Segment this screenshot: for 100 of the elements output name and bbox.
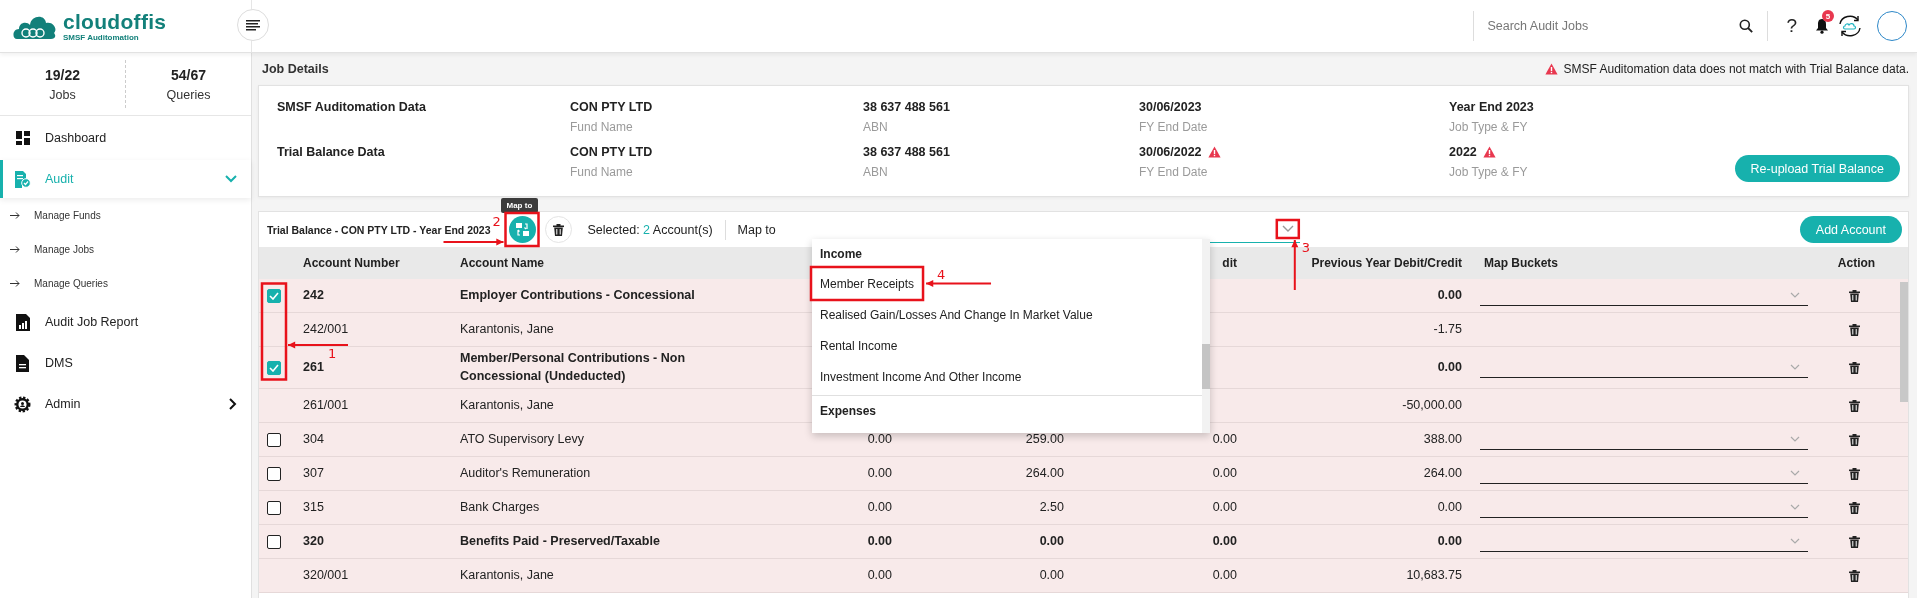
- row-checkbox[interactable]: [267, 288, 281, 303]
- amount-cell: 0.00: [1212, 567, 1237, 582]
- amount-cell: 0.00: [1212, 431, 1237, 446]
- amount-cell: 388.00: [1423, 431, 1462, 446]
- stat-value: 54/67: [170, 66, 206, 83]
- dropdown-option[interactable]: Member Receipts: [812, 268, 923, 299]
- field-caption: FY End Date: [1139, 165, 1209, 179]
- account-number: 307: [303, 465, 324, 480]
- selected-count-text: Selected: 2 Account(s): [587, 222, 713, 237]
- stat-label: Jobs: [49, 87, 76, 102]
- dropdown-group-header: Expenses: [819, 403, 878, 420]
- help-button[interactable]: ?: [1786, 15, 1797, 37]
- row-label: SMSF Auditomation Data: [277, 100, 427, 114]
- amount-cell: 0.00: [867, 431, 892, 446]
- annotation-number: 1: [328, 347, 337, 360]
- sync-icon[interactable]: [1837, 15, 1863, 37]
- chevron-down-icon: [1790, 470, 1800, 476]
- account-name: Member/Personal Contributions - Non Concessional (Undeducted): [460, 351, 685, 383]
- account-name: Karantonis, Jane: [460, 567, 554, 582]
- dropdown-option[interactable]: Investment Income And Other Income: [812, 361, 1030, 392]
- field-value: 30/06/2022: [1139, 145, 1202, 159]
- chevron-down-icon[interactable]: [1281, 225, 1294, 233]
- account-name: Employer Contributions - Concessional: [460, 287, 695, 302]
- account-number: 242: [303, 287, 324, 302]
- delete-row-button[interactable]: [1849, 323, 1860, 336]
- amount-cell: 0.00: [1437, 287, 1462, 302]
- bell-icon[interactable]: [1815, 18, 1829, 34]
- amount-cell: -50,000.00: [1402, 397, 1462, 412]
- amount-cell: 0.00: [867, 533, 892, 548]
- field-value: 38 637 488 561: [863, 145, 950, 159]
- field-caption: Job Type & FY: [1449, 120, 1529, 134]
- search-field[interactable]: Search Audit Jobs: [1485, 18, 1740, 34]
- dropdown-option[interactable]: Rental Income: [812, 330, 906, 361]
- amount-cell: 2.50: [1039, 499, 1064, 514]
- amount-cell: 0.00: [1039, 567, 1064, 582]
- report-chart-icon: [15, 313, 30, 331]
- field-value: 30/06/2023: [1139, 100, 1202, 114]
- delete-row-button[interactable]: [1849, 289, 1860, 302]
- field-caption: Fund Name: [570, 165, 634, 179]
- map-swap-icon: [515, 223, 529, 236]
- amount-cell: 0.00: [1212, 465, 1237, 480]
- delete-row-button[interactable]: [1849, 399, 1860, 412]
- search-icon[interactable]: [1739, 19, 1754, 33]
- sidebar-item[interactable]: Admin: [0, 385, 251, 423]
- trash-icon[interactable]: [552, 223, 564, 236]
- field-caption: ABN: [863, 120, 889, 134]
- delete-row-button[interactable]: [1849, 501, 1860, 514]
- delete-row-button[interactable]: [1849, 569, 1860, 582]
- field-value: CON PTY LTD: [570, 145, 653, 159]
- warning-icon: [1545, 63, 1559, 75]
- account-number: 304: [303, 431, 324, 446]
- account-name: Bank Charges: [460, 499, 540, 514]
- sidebar-item[interactable]: Audit Job Report: [0, 303, 251, 341]
- sidebar-item[interactable]: Dashboard: [0, 119, 251, 157]
- field-value: 38 637 488 561: [863, 100, 950, 114]
- submenu-item[interactable]: Manage Queries: [0, 266, 251, 300]
- scrollbar-thumb[interactable]: [1900, 282, 1908, 402]
- delete-row-button[interactable]: [1849, 433, 1860, 446]
- row-checkbox[interactable]: [267, 466, 281, 481]
- menu-icon: [246, 19, 260, 31]
- section-title: Job Details: [262, 62, 329, 76]
- column-header: Account Number: [302, 256, 401, 270]
- column-header: Previous Year Debit/Credit: [1310, 256, 1463, 270]
- row-checkbox[interactable]: [267, 534, 281, 549]
- chevron-down-icon: [1790, 504, 1800, 510]
- account-name: ATO Supervisory Levy: [460, 431, 584, 446]
- stat-label: Queries: [166, 87, 211, 102]
- row-checkbox[interactable]: [267, 500, 281, 515]
- annotation-box: [504, 211, 540, 248]
- chevron-down-icon: [1790, 538, 1800, 544]
- delete-row-button[interactable]: [1849, 467, 1860, 480]
- amount-cell: 0.00: [867, 499, 892, 514]
- row-checkbox[interactable]: [267, 432, 281, 447]
- delete-button[interactable]: [544, 216, 572, 243]
- settings-icon: [14, 395, 31, 413]
- submenu-item[interactable]: Manage Funds: [0, 198, 251, 232]
- menu-button[interactable]: [237, 9, 269, 41]
- delete-row-button[interactable]: [1849, 535, 1860, 548]
- annotation-number: 2: [492, 215, 501, 228]
- sidebar-item[interactable]: DMS: [0, 344, 251, 382]
- row-checkbox[interactable]: [267, 360, 281, 375]
- account-name: Karantonis, Jane: [460, 397, 554, 412]
- submenu-item[interactable]: Manage Jobs: [0, 232, 251, 266]
- dropdown-option[interactable]: Realised Gain/Losses And Change In Market Value: [812, 299, 1101, 330]
- notification-badge: 5: [1822, 10, 1834, 22]
- amount-cell: 259.00: [1025, 431, 1064, 446]
- field-caption: Fund Name: [570, 120, 634, 134]
- annotation-arrow: [1291, 239, 1299, 291]
- amount-cell: 0.00: [1039, 533, 1064, 548]
- arrow-right-icon: [10, 279, 20, 287]
- avatar-image[interactable]: [1877, 11, 1907, 41]
- arrow-right-icon: [10, 245, 20, 253]
- amount-cell: 0.00: [1212, 533, 1237, 548]
- amount-cell: 0.00: [1437, 499, 1462, 514]
- logo-name: cloudoffis: [63, 10, 167, 32]
- scrollbar-thumb[interactable]: [1202, 344, 1210, 389]
- column-header: Map Buckets: [1483, 256, 1560, 270]
- delete-row-button[interactable]: [1849, 361, 1860, 374]
- dashboard-icon: [15, 131, 30, 145]
- annotation-arrow: [925, 280, 993, 287]
